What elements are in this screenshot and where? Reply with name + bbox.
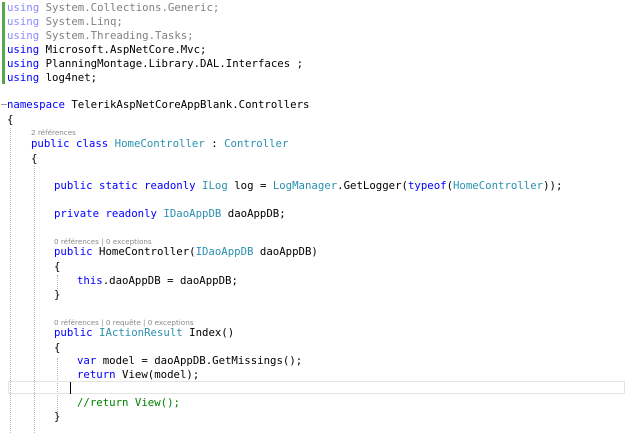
keyword-public: public <box>54 179 93 192</box>
namespace-name: System.Linq; <box>45 15 123 28</box>
indent-guide-ctor <box>57 275 58 289</box>
keyword-public: public <box>54 326 93 339</box>
code-line-dao-field[interactable]: private readonly IDaoAppDB daoAppDB; <box>54 207 286 221</box>
code-line-brace[interactable]: { <box>7 113 13 127</box>
keyword-using: using <box>7 57 40 70</box>
open-brace: { <box>31 152 38 165</box>
code-line-using[interactable]: using System.Threading.Tasks; <box>7 29 194 43</box>
keyword-using: using <box>7 43 40 56</box>
code-line-using[interactable]: using PlanningMontage.Library.DAL.Interf… <box>7 57 303 71</box>
var-statement: model = daoAppDB.GetMissings(); <box>96 354 303 367</box>
type-name: IActionResult <box>99 326 183 339</box>
type-name: HomeController <box>453 179 544 192</box>
close-brace: } <box>54 410 61 423</box>
code-line-using[interactable]: using System.Collections.Generic; <box>7 1 219 15</box>
type-name: LogManager <box>272 179 338 192</box>
namespace-name: System.Collections.Generic; <box>45 1 220 14</box>
code-line-comment[interactable]: //return View(); <box>77 396 180 410</box>
keyword-using: using <box>7 29 40 42</box>
text-caret <box>70 382 71 394</box>
field-declaration: log = <box>227 179 273 192</box>
code-line-brace[interactable]: { <box>54 341 60 355</box>
statement-end: )); <box>543 179 563 192</box>
code-editor[interactable]: using System.Collections.Generic; using … <box>0 0 625 433</box>
code-line-using[interactable]: using System.Linq; <box>7 15 123 29</box>
keyword-readonly: readonly <box>105 207 157 220</box>
keyword-using: using <box>7 1 40 14</box>
keyword-readonly: readonly <box>144 179 196 192</box>
current-line-highlight <box>8 381 625 394</box>
keyword-class: class <box>76 137 109 150</box>
close-brace: } <box>54 288 61 301</box>
code-line-using[interactable]: using Microsoft.AspNetCore.Mvc; <box>7 43 207 57</box>
keyword-static: static <box>99 179 138 192</box>
keyword-using: using <box>7 15 40 28</box>
code-line-brace[interactable]: { <box>31 152 37 166</box>
keyword-public: public <box>54 245 93 258</box>
method-call: .GetLogger( <box>337 179 408 192</box>
keyword-public: public <box>31 137 70 150</box>
type-name: ILog <box>202 179 228 192</box>
keyword-this: this <box>77 274 103 287</box>
code-line-brace[interactable]: } <box>54 410 60 424</box>
type-name: IDaoAppDB <box>195 245 254 258</box>
code-line-assignment[interactable]: this.daoAppDB = daoAppDB; <box>77 274 238 288</box>
ctor-name: HomeController( <box>92 245 196 258</box>
code-line-class[interactable]: public class HomeController : Controller <box>31 137 288 151</box>
keyword-using: using <box>7 71 40 84</box>
code-line-ctor[interactable]: public HomeController(IDaoAppDB daoAppDB… <box>54 245 318 259</box>
open-brace: { <box>54 341 61 354</box>
assignment: .daoAppDB = daoAppDB; <box>102 274 238 287</box>
namespace-name: System.Threading.Tasks; <box>45 29 194 42</box>
code-line-var[interactable]: var model = daoAppDB.GetMissings(); <box>77 354 302 368</box>
base-class-name: Controller <box>224 137 289 150</box>
comment-text: //return View(); <box>77 396 180 409</box>
keyword-typeof: typeof <box>407 179 447 192</box>
return-statement: View(model); <box>115 368 200 381</box>
keyword-return: return <box>77 368 116 381</box>
method-name: Index() <box>182 326 235 339</box>
code-line-namespace[interactable]: namespace TelerikAspNetCoreAppBlank.Cont… <box>7 98 309 112</box>
field-declaration: daoAppDB; <box>221 207 286 220</box>
namespace-name: TelerikAspNetCoreAppBlank.Controllers <box>71 98 310 111</box>
code-line-index-method[interactable]: public IActionResult Index() <box>54 326 234 340</box>
open-brace: { <box>54 260 61 273</box>
code-line-brace[interactable]: } <box>54 288 60 302</box>
namespace-name: Microsoft.AspNetCore.Mvc; <box>45 43 207 56</box>
keyword-var: var <box>77 354 97 367</box>
class-name: HomeController <box>114 137 205 150</box>
class-separator: : <box>204 137 225 150</box>
code-line-return[interactable]: return View(model); <box>77 368 199 382</box>
keyword-private: private <box>54 207 100 220</box>
code-line-using[interactable]: using log4net; <box>7 71 97 85</box>
open-brace: { <box>7 113 14 126</box>
namespace-name: PlanningMontage.Library.DAL.Interfaces ; <box>45 57 304 70</box>
type-name: IDaoAppDB <box>163 207 222 220</box>
code-line-log-field[interactable]: public static readonly ILog log = LogMan… <box>54 179 562 193</box>
change-marker <box>2 2 5 84</box>
param-name: daoAppDB) <box>253 245 318 258</box>
keyword-namespace: namespace <box>7 98 65 111</box>
namespace-name: log4net; <box>45 71 98 84</box>
code-line-brace[interactable]: { <box>54 260 60 274</box>
